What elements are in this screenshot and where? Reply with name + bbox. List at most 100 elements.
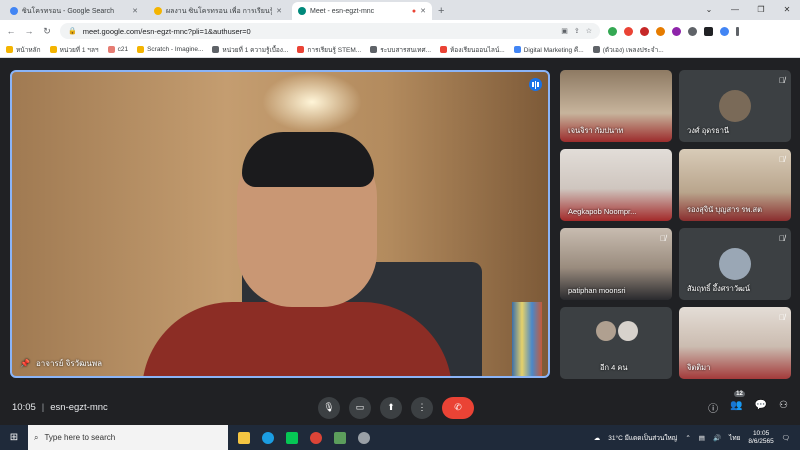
minimize-icon[interactable]: — xyxy=(722,0,748,20)
others-tile[interactable]: อีก 4 คน xyxy=(560,307,672,379)
participant-name: อาจารย์ จิรวัฒนพล xyxy=(35,359,102,368)
mic-button[interactable]: 🎙 xyxy=(318,396,340,419)
participant-tile[interactable]: 🎙̸ สัมฤทธิ์ อึ้งศราวัฒน์ xyxy=(679,228,791,300)
main-speaker-name: 📌 อาจารย์ จิรวัฒนพล xyxy=(20,357,102,370)
participant-tile[interactable]: เจนจิรา กัมปนาท xyxy=(560,70,672,142)
bookmark-item[interactable]: Digital Marketing คื... xyxy=(513,45,584,55)
chevron-up-icon[interactable]: ⌃ xyxy=(685,434,690,442)
bookmark-label: Digital Marketing คื... xyxy=(523,46,584,54)
bookmark-label: ห้องเรียนออนไลน์... xyxy=(450,46,505,54)
close-icon[interactable]: ✕ xyxy=(420,7,426,15)
tab-title: Meet - esn-egzt-mnc xyxy=(310,7,375,15)
extension-icon[interactable] xyxy=(672,26,681,36)
extension-icon[interactable] xyxy=(608,26,617,36)
share-icon[interactable]: ⇪ xyxy=(574,27,580,35)
notification-icon[interactable]: 🗨 xyxy=(782,434,790,442)
bookmark-item[interactable]: ระบบสารสนเทศ... xyxy=(370,45,431,55)
bookmark-item[interactable]: หน่วยที่ 1 ความรู้เบื้อง... xyxy=(212,45,288,55)
close-icon[interactable]: ✕ xyxy=(276,7,282,15)
info-icon[interactable]: ⓘ xyxy=(708,400,718,415)
main-speaker-tile[interactable]: 📌 อาจารย์ จิรวัฒนพล xyxy=(10,70,550,378)
avatar xyxy=(596,321,616,341)
bookmarks-bar: หน้าหลัก หน่วยที่ 1 ฯลฯ c21 Scratch - Im… xyxy=(0,42,800,58)
network-icon[interactable]: ▤ xyxy=(699,434,705,442)
camera-button[interactable]: ▭ xyxy=(349,396,371,419)
back-icon[interactable]: ← xyxy=(6,26,16,36)
bookmark-item[interactable]: c21 xyxy=(107,46,128,53)
star-icon[interactable]: ☆ xyxy=(586,27,592,35)
windows-taskbar: ⊞ ⌕ Type here to search ☁ 31°C มีแดดเป็น… xyxy=(0,425,800,450)
participant-tile[interactable]: Aegkapob Noompr... xyxy=(560,149,672,221)
chrome-icon[interactable] xyxy=(310,431,322,444)
pin-icon[interactable]: 📌 xyxy=(20,359,30,368)
mic-off-icon: 🎙̸ xyxy=(779,313,785,322)
extension-icon[interactable] xyxy=(624,26,633,36)
call-controls: 🎙 ▭ ⬆ ⋮ ✆ xyxy=(318,396,474,419)
settings-icon[interactable] xyxy=(358,431,370,444)
taskbar-search[interactable]: ⌕ Type here to search xyxy=(28,425,228,450)
present-button[interactable]: ⬆ xyxy=(380,396,402,419)
avatar xyxy=(719,248,751,280)
weather-icon[interactable]: ☁ xyxy=(594,434,601,442)
extension-icon[interactable] xyxy=(640,26,649,36)
windows-start-icon[interactable]: ⊞ xyxy=(0,432,28,443)
url-text[interactable]: meet.google.com/esn-egzt-mnc?pli=1&authu… xyxy=(83,27,556,36)
puzzle-icon[interactable] xyxy=(704,26,713,36)
participant-name: จิตติมา xyxy=(687,363,711,372)
browser-tab[interactable]: ผลงาน ซินโครทรอน เพื่อ การเรียนรู้ ✕ xyxy=(148,2,288,20)
tab-title: ผลงาน ซินโครทรอน เพื่อ การเรียนรู้ xyxy=(166,7,273,15)
camera-permission-icon[interactable]: ▣ xyxy=(561,27,568,35)
app-icon[interactable] xyxy=(334,431,346,444)
bookmark-item[interactable]: การเรียนรู้ STEM... xyxy=(297,45,361,55)
chat-icon[interactable]: 💬 xyxy=(755,400,767,415)
clock[interactable]: 10:05 8/6/2565 xyxy=(748,430,773,446)
file-explorer-icon[interactable] xyxy=(238,431,250,444)
participant-tile[interactable]: 🎙̸ จิตติมา xyxy=(679,307,791,379)
close-icon[interactable]: ✕ xyxy=(132,7,138,15)
bookmark-item[interactable]: ห้องเรียนออนไลน์... xyxy=(440,45,505,55)
clock-date: 8/6/2565 xyxy=(748,437,774,445)
mic-off-icon: 🎙̸ xyxy=(779,155,785,164)
edge-icon[interactable] xyxy=(262,431,274,444)
clock-time: 10:05 xyxy=(752,429,770,437)
reload-icon[interactable]: ↻ xyxy=(42,26,52,37)
address-bar[interactable]: 🔒 meet.google.com/esn-egzt-mnc?pli=1&aut… xyxy=(60,23,600,39)
participant-tile[interactable]: 🎙̸ รองสุจินั บุญสาร รพ.สต xyxy=(679,149,791,221)
participant-name: Aegkapob Noompr... xyxy=(568,207,637,216)
chevron-down-icon[interactable]: ⌄ xyxy=(696,0,722,20)
browser-tab-strip: ซินโครทรอน - Google Search ✕ ผลงาน ซินโค… xyxy=(0,0,800,20)
window-controls: ⌄ — ❐ ✕ xyxy=(696,0,800,20)
bookmark-icon xyxy=(592,46,600,53)
profile-avatar[interactable] xyxy=(720,26,729,36)
close-window-icon[interactable]: ✕ xyxy=(774,0,800,20)
participant-tile[interactable]: 🎙̸ วงศ์ อุดรธานี xyxy=(679,70,791,142)
extensions-bar xyxy=(608,26,739,36)
maximize-icon[interactable]: ❐ xyxy=(748,0,774,20)
more-options-button[interactable]: ⋮ xyxy=(411,396,433,419)
extension-icon[interactable] xyxy=(688,26,697,36)
language-indicator[interactable]: ไทย xyxy=(729,433,740,443)
weather-text[interactable]: 31°C มีแดดเป็นส่วนใหญ่ xyxy=(608,433,677,443)
people-icon[interactable]: 👥 12 xyxy=(730,391,745,415)
volume-icon[interactable]: 🔊 xyxy=(713,434,721,442)
bookmark-item[interactable]: หน้าหลัก xyxy=(6,45,41,55)
meet-stage: 📌 อาจารย์ จิรวัฒนพล เจนจิรา กัมปนาท 🎙̸ ว… xyxy=(0,58,800,425)
avatar xyxy=(719,90,751,122)
leave-call-button[interactable]: ✆ xyxy=(442,396,474,419)
bookmark-item[interactable]: Scratch - Imagine... xyxy=(137,46,203,53)
lock-icon[interactable]: 🔒 xyxy=(68,27,77,35)
forward-icon[interactable]: → xyxy=(24,26,34,36)
taskbar-apps xyxy=(228,431,370,444)
participant-count-badge: 12 xyxy=(734,391,745,397)
bookmark-label: (ตัวเอง) เพลงประจำ... xyxy=(602,46,664,54)
participant-tile[interactable]: 🎙̸ patiphan moonsri xyxy=(560,228,672,300)
browser-tab-active[interactable]: Meet - esn-egzt-mnc ● ✕ xyxy=(292,2,432,20)
activities-icon[interactable]: ⚇ xyxy=(779,400,788,415)
menu-icon[interactable] xyxy=(736,26,739,36)
bookmark-item[interactable]: หน่วยที่ 1 ฯลฯ xyxy=(49,45,99,55)
extension-icon[interactable] xyxy=(656,26,665,36)
new-tab-button[interactable]: + xyxy=(438,2,444,20)
bookmark-item[interactable]: (ตัวเอง) เพลงประจำ... xyxy=(592,45,664,55)
browser-tab[interactable]: ซินโครทรอน - Google Search ✕ xyxy=(4,2,144,20)
line-icon[interactable] xyxy=(286,431,298,444)
